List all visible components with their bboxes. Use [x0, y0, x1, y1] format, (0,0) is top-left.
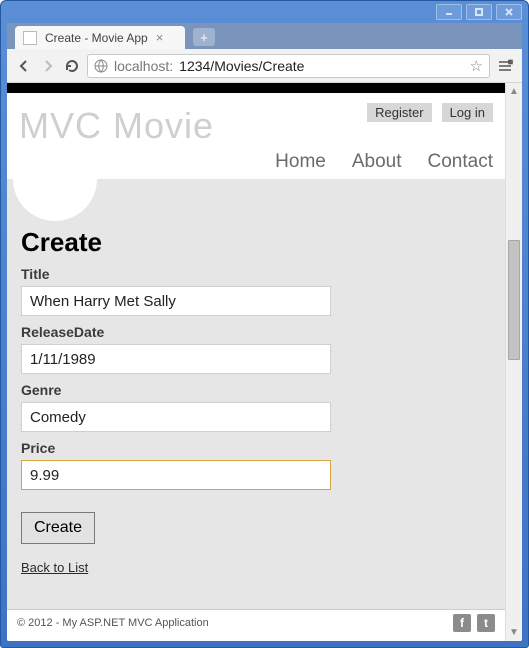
back-to-list-link[interactable]: Back to List [21, 560, 88, 575]
back-button[interactable] [15, 57, 33, 75]
genre-input[interactable] [21, 402, 331, 432]
releasedate-input[interactable] [21, 344, 331, 374]
address-bar[interactable]: localhost: 1234/Movies/Create ☆ [87, 54, 490, 78]
twitter-icon[interactable]: t [477, 614, 495, 632]
window-maximize-button[interactable] [466, 4, 492, 20]
register-link[interactable]: Register [367, 103, 431, 122]
nav-home[interactable]: Home [275, 151, 326, 173]
bookmark-star-icon[interactable]: ☆ [470, 57, 483, 75]
releasedate-label: ReleaseDate [21, 324, 491, 340]
create-form: Create Title ReleaseDate Genre Price Cre… [7, 179, 505, 589]
vertical-scrollbar[interactable]: ▲ ▼ [505, 83, 522, 641]
site-header: Register Log in MVC Movie Home About Con… [7, 93, 505, 179]
nav-contact[interactable]: Contact [428, 151, 493, 173]
browser-menu-button[interactable] [496, 57, 514, 75]
social-icons: f t [453, 614, 495, 632]
top-accent-bar [7, 83, 505, 93]
window-minimize-button[interactable] [436, 4, 462, 20]
browser-frame: Create - Movie App × + localhost: 1234/Mo… [7, 23, 522, 641]
facebook-icon[interactable]: f [453, 614, 471, 632]
genre-label: Genre [21, 382, 491, 398]
window-frame: Create - Movie App × + localhost: 1234/Mo… [0, 0, 529, 648]
page-title: Create [21, 227, 491, 258]
site-footer: © 2012 - My ASP.NET MVC Application f t [7, 609, 505, 636]
create-button[interactable]: Create [21, 512, 95, 544]
browser-toolbar: localhost: 1234/Movies/Create ☆ [7, 49, 522, 83]
price-input[interactable] [21, 460, 331, 490]
auth-links: Register Log in [367, 103, 493, 122]
address-host: localhost: [114, 58, 173, 74]
content-area: Create Title ReleaseDate Genre Price Cre… [7, 179, 505, 609]
footer-text: © 2012 - My ASP.NET MVC Application [17, 617, 209, 629]
title-label: Title [21, 266, 491, 282]
address-path: 1234/Movies/Create [179, 58, 304, 74]
globe-icon [94, 59, 108, 73]
window-close-button[interactable] [496, 4, 522, 20]
browser-tab-title: Create - Movie App [45, 31, 148, 45]
browser-tabstrip: Create - Movie App × + [7, 23, 522, 49]
page-content: Register Log in MVC Movie Home About Con… [7, 83, 505, 641]
reload-button[interactable] [63, 57, 81, 75]
scroll-down-arrow-icon[interactable]: ▼ [506, 624, 522, 641]
price-label: Price [21, 440, 491, 456]
browser-tab-active[interactable]: Create - Movie App × [15, 26, 185, 49]
new-tab-button[interactable]: + [193, 28, 215, 46]
scroll-up-arrow-icon[interactable]: ▲ [506, 83, 522, 100]
login-link[interactable]: Log in [442, 103, 493, 122]
nav-about[interactable]: About [352, 151, 402, 173]
window-titlebar [1, 1, 528, 23]
page-viewport: Register Log in MVC Movie Home About Con… [7, 83, 522, 641]
page-favicon-icon [23, 31, 37, 45]
forward-button[interactable] [39, 57, 57, 75]
scroll-track[interactable] [506, 100, 522, 624]
main-nav: Home About Contact [19, 151, 493, 173]
title-input[interactable] [21, 286, 331, 316]
scroll-thumb[interactable] [508, 240, 520, 360]
tab-close-icon[interactable]: × [156, 31, 164, 44]
